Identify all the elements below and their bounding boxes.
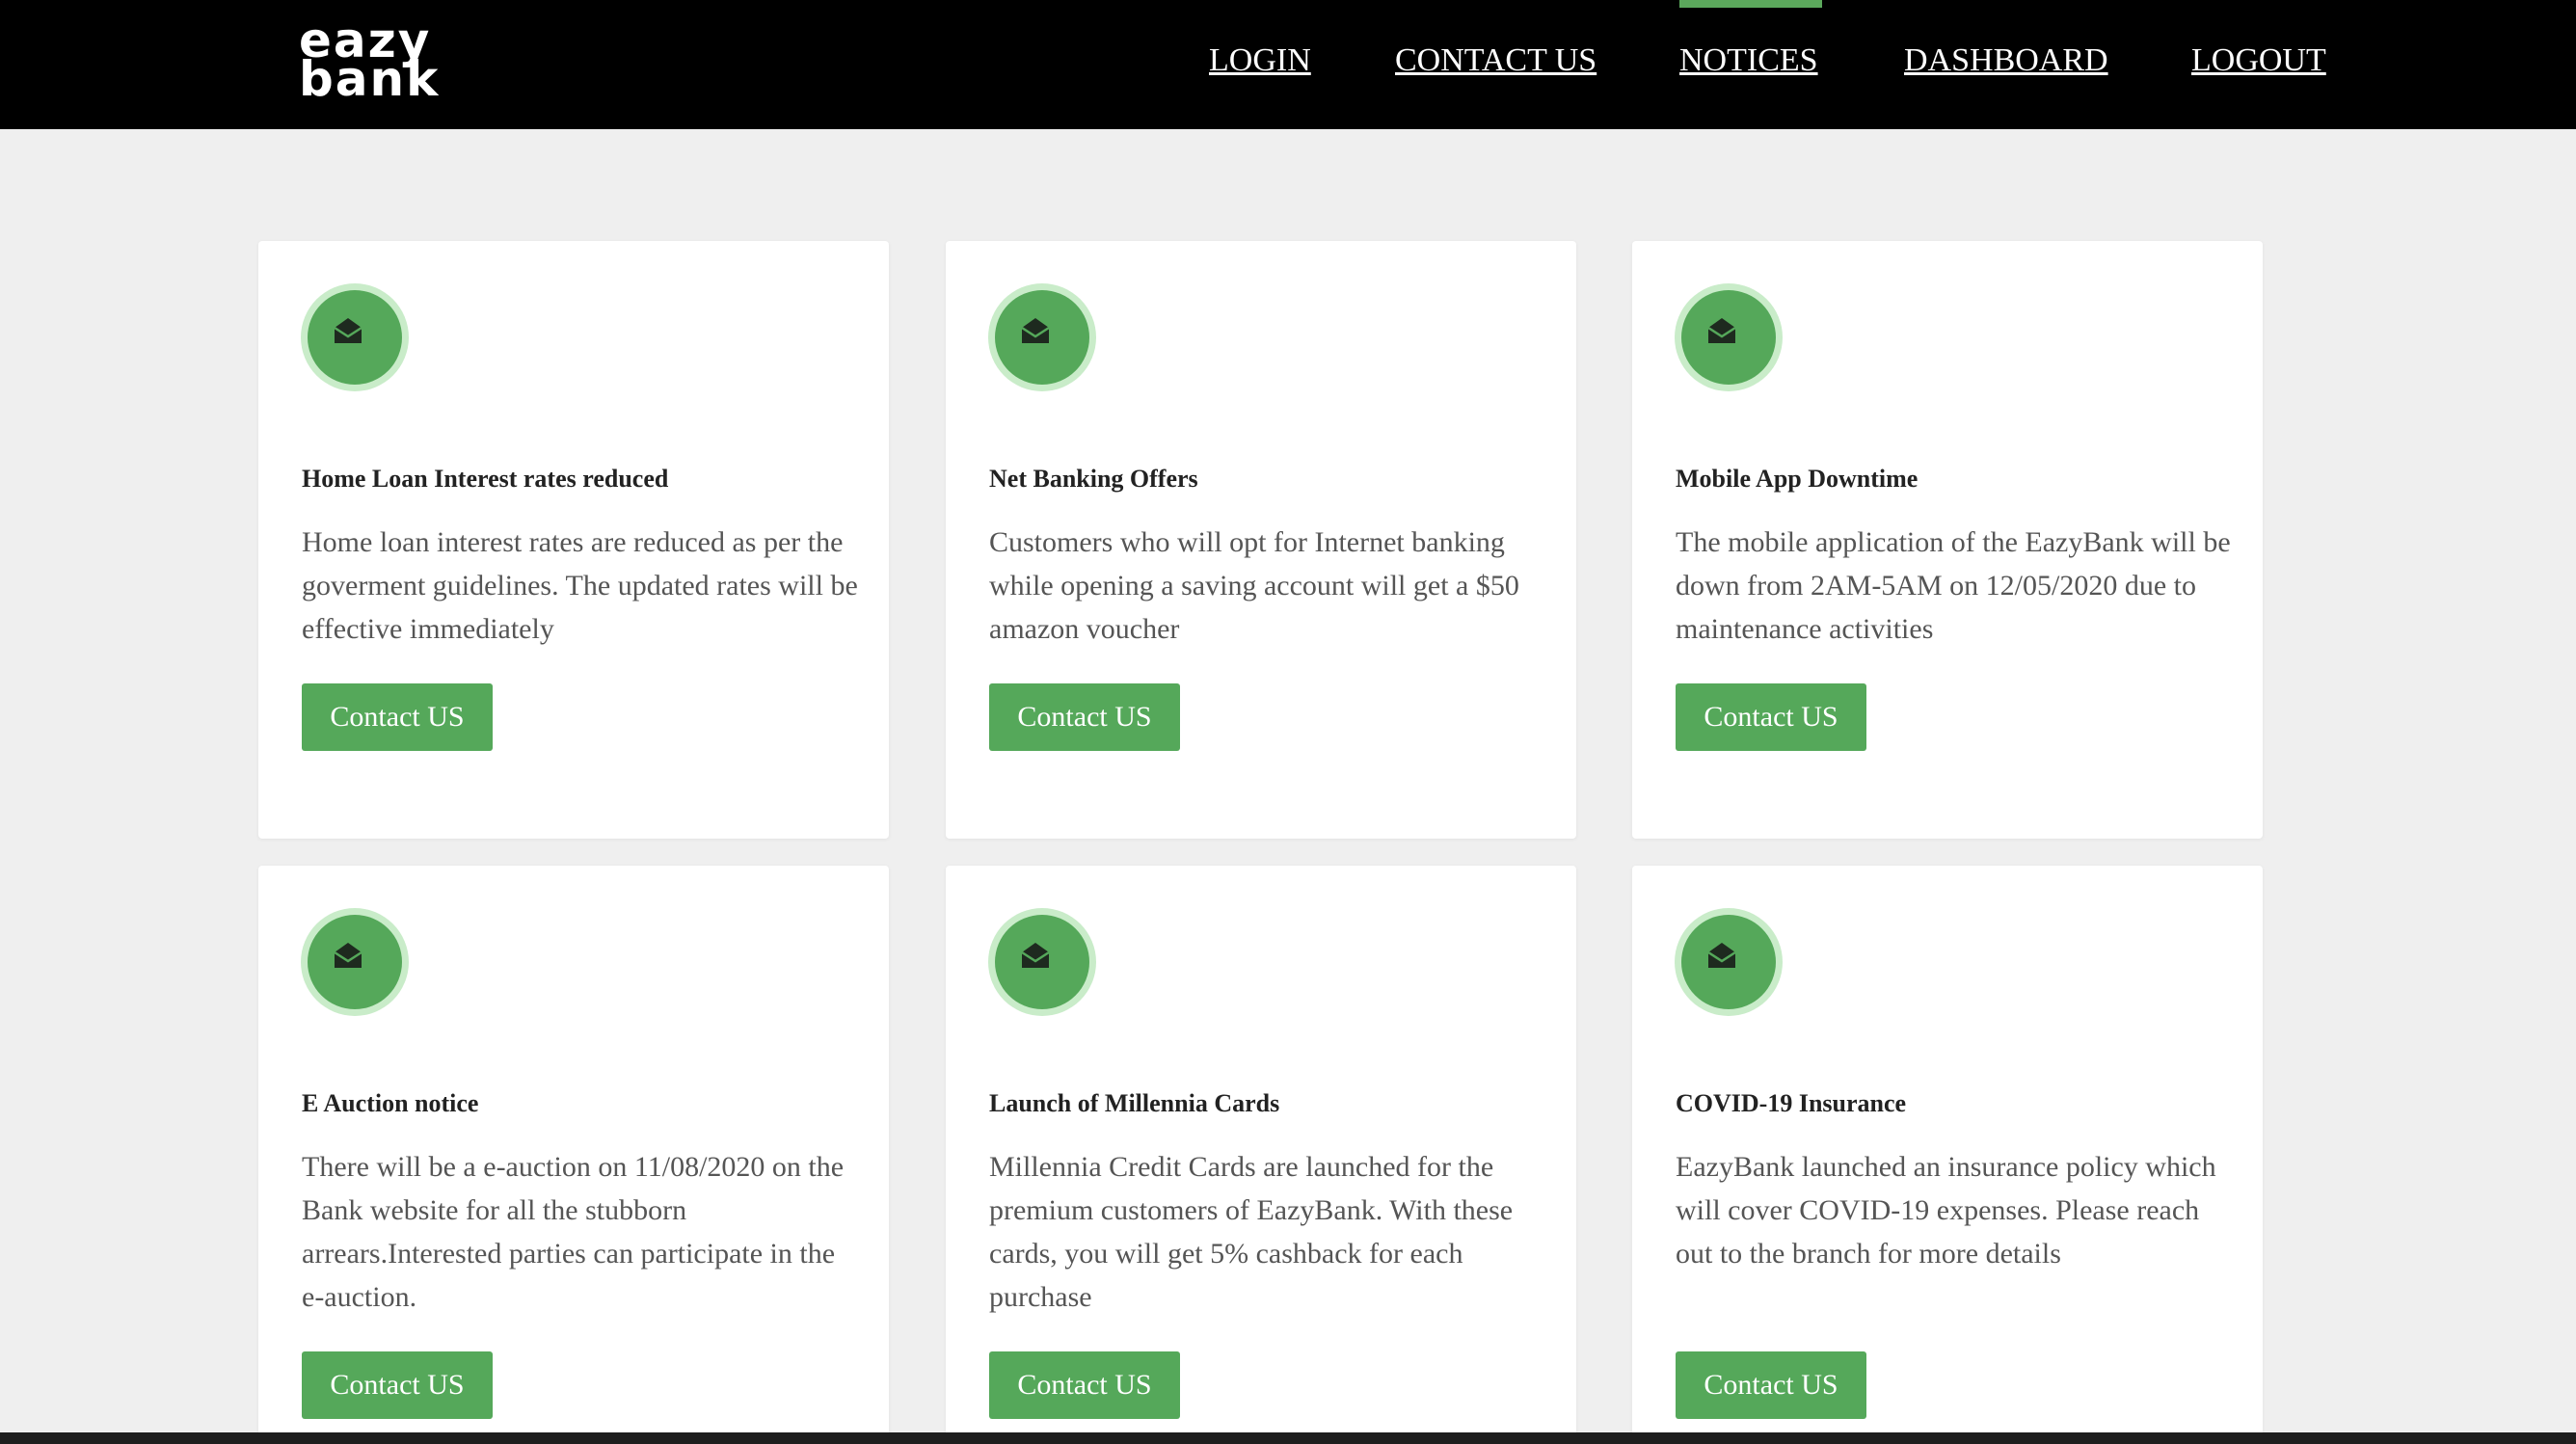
contact-us-button[interactable]: Contact US: [302, 683, 493, 751]
notice-text: The mobile application of the EazyBank w…: [1676, 526, 2231, 645]
envelope-open-icon: [988, 908, 1096, 1016]
notice-card: Home Loan Interest rates reduced Home lo…: [258, 241, 889, 839]
nav-contact-us[interactable]: CONTACT US: [1395, 42, 1597, 79]
notice-card: Net Banking Offers Customers who will op…: [946, 241, 1576, 839]
notice-text: There will be a e-auction on 11/08/2020 …: [302, 1151, 845, 1313]
envelope-open-icon: [301, 908, 409, 1016]
notice-text: Customers who will opt for Internet bank…: [989, 526, 1519, 645]
top-navbar: eazy bank LOGIN CONTACT US NOTICES DASHB…: [0, 0, 2576, 129]
nav-login[interactable]: LOGIN: [1209, 42, 1311, 79]
notice-title: COVID-19 Insurance: [1676, 1089, 1907, 1117]
notice-card: E Auction notice There will be a e-aucti…: [258, 866, 889, 1444]
notice-title: Net Banking Offers: [989, 465, 1198, 493]
contact-us-button[interactable]: Contact US: [989, 683, 1180, 751]
notice-text: Home loan interest rates are reduced as …: [302, 526, 858, 645]
contact-us-button[interactable]: Contact US: [1676, 683, 1866, 751]
envelope-open-icon: [988, 283, 1096, 391]
notice-card: Mobile App Downtime The mobile applicati…: [1632, 241, 2263, 839]
notice-text: Millennia Credit Cards are launched for …: [989, 1151, 1514, 1313]
notice-text: EazyBank launched an insurance policy wh…: [1676, 1151, 2216, 1270]
logo-line-2: bank: [299, 51, 441, 107]
contact-us-button[interactable]: Contact US: [1676, 1351, 1866, 1419]
bottom-edge: [0, 1432, 2576, 1444]
contact-us-button[interactable]: Contact US: [989, 1351, 1180, 1419]
envelope-open-icon: [1675, 908, 1783, 1016]
nav-active-indicator: [1679, 0, 1822, 8]
nav-logout[interactable]: LOGOUT: [2191, 42, 2326, 79]
notice-title: Home Loan Interest rates reduced: [302, 465, 669, 493]
envelope-open-icon: [301, 283, 409, 391]
nav-dashboard[interactable]: DASHBOARD: [1904, 42, 2108, 79]
notice-card: COVID-19 Insurance EazyBank launched an …: [1632, 866, 2263, 1444]
notice-title: E Auction notice: [302, 1089, 479, 1117]
notice-title: Mobile App Downtime: [1676, 465, 1919, 493]
logo[interactable]: eazy bank: [299, 16, 441, 107]
notice-card: Launch of Millennia Cards Millennia Cred…: [946, 866, 1576, 1444]
notice-title: Launch of Millennia Cards: [989, 1089, 1280, 1117]
contact-us-button[interactable]: Contact US: [302, 1351, 493, 1419]
envelope-open-icon: [1675, 283, 1783, 391]
nav-notices[interactable]: NOTICES: [1679, 42, 1818, 79]
